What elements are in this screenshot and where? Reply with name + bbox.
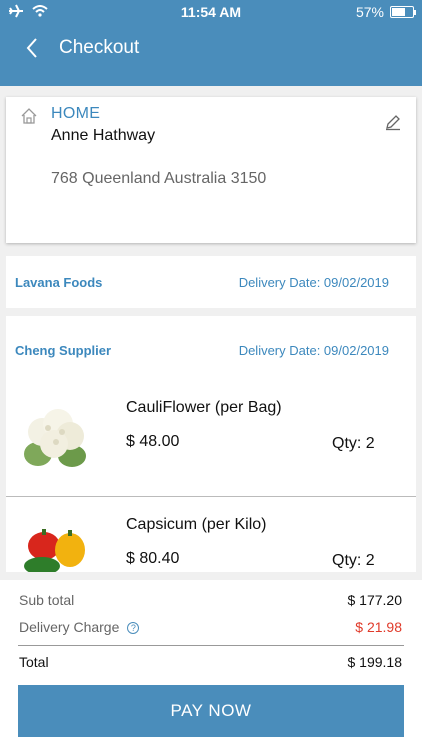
divider (18, 645, 404, 646)
supplier-card: Lavana Foods Delivery Date: 09/02/2019 (6, 256, 416, 308)
subtotal-value: $ 177.20 (347, 592, 403, 608)
product-qty: Qty: 2 (332, 552, 375, 569)
subtotal-label: Sub total (19, 592, 75, 608)
address-type: HOME (51, 105, 101, 122)
supplier-name: Lavana Foods (15, 275, 103, 290)
back-arrow-icon[interactable] (22, 36, 42, 60)
delivery-date: Delivery Date: 09/02/2019 (238, 275, 389, 290)
order-summary: Sub total $ 177.20 Delivery Charge? $ 21… (0, 580, 422, 750)
delivery-date: Delivery Date: 09/02/2019 (238, 343, 389, 358)
home-icon (21, 108, 37, 124)
divider (6, 496, 416, 497)
delivery-charge-row: Delivery Charge? (19, 619, 140, 635)
delivery-charge-value: $ 21.98 (355, 619, 402, 635)
edit-pencil-icon[interactable] (384, 113, 402, 131)
product-price: $ 48.00 (126, 433, 180, 450)
page-title: Checkout (59, 37, 140, 58)
product-qty: Qty: 2 (332, 435, 375, 452)
help-icon[interactable]: ? (127, 622, 140, 634)
cauliflower-image (24, 409, 86, 467)
product-name: CauliFlower (per Bag) (126, 399, 282, 416)
capsicum-image (24, 529, 85, 572)
address-name: Anne Hathway (51, 127, 156, 144)
battery-icon (390, 6, 416, 18)
delivery-charge-label: Delivery Charge (19, 619, 120, 635)
address-card[interactable]: HOME Anne Hathway 768 Queenland Australi… (6, 97, 416, 243)
total-label: Total (19, 654, 49, 670)
battery-percent: 57% (355, 4, 384, 20)
order-card: Cheng Supplier Delivery Date: 09/02/2019… (6, 316, 416, 572)
product-price: $ 80.40 (126, 550, 180, 567)
supplier-name: Cheng Supplier (15, 343, 112, 358)
address-line: 768 Queenland Australia 3150 (51, 170, 267, 187)
pay-now-button[interactable]: PAY NOW (18, 685, 404, 737)
app-header: 11:54 AM 57% Checkout (0, 0, 422, 86)
total-value: $ 199.18 (347, 654, 403, 670)
product-name: Capsicum (per Kilo) (126, 516, 267, 533)
status-bar: 11:54 AM 57% (0, 0, 422, 24)
